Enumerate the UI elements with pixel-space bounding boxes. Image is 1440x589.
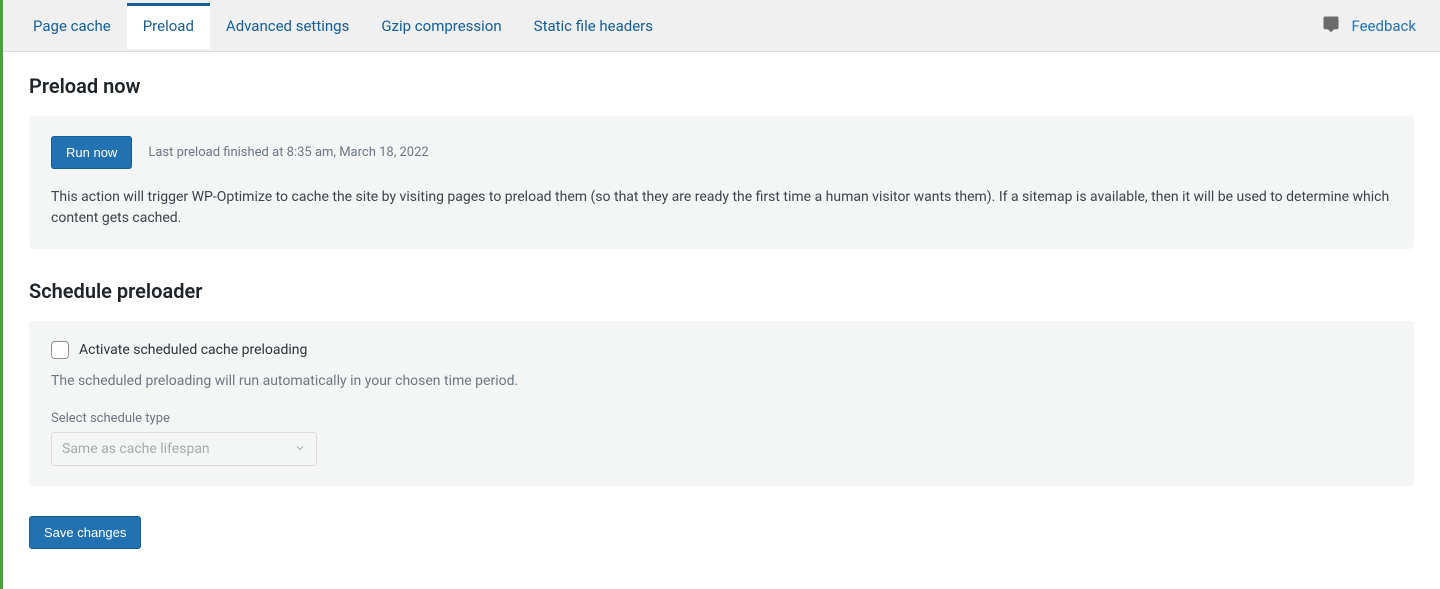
activate-schedule-label[interactable]: Activate scheduled cache preloading (79, 342, 307, 358)
schedule-type-label: Select schedule type (51, 411, 1392, 426)
schedule-heading: Schedule preloader (29, 279, 1414, 303)
tab-bar: Page cache Preload Advanced settings Gzi… (3, 0, 1440, 52)
save-changes-button[interactable]: Save changes (29, 516, 141, 549)
activate-schedule-checkbox[interactable] (51, 341, 69, 359)
chevron-down-icon (294, 442, 306, 457)
tab-preload[interactable]: Preload (127, 3, 210, 49)
tab-static-file-headers[interactable]: Static file headers (518, 3, 669, 49)
preload-status: Last preload finished at 8:35 am, March … (148, 145, 428, 160)
schedule-type-value: Same as cache lifespan (62, 441, 210, 457)
feedback-link[interactable]: Feedback (1321, 15, 1426, 37)
preload-now-heading: Preload now (29, 74, 1414, 98)
schedule-type-select[interactable]: Same as cache lifespan (51, 432, 317, 466)
schedule-panel: Activate scheduled cache preloading The … (29, 321, 1414, 486)
schedule-description: The scheduled preloading will run automa… (51, 373, 1392, 389)
preload-now-panel: Run now Last preload finished at 8:35 am… (29, 116, 1414, 249)
preload-description: This action will trigger WP-Optimize to … (51, 187, 1392, 229)
feedback-label: Feedback (1351, 17, 1416, 35)
content-area: Preload now Run now Last preload finishe… (3, 52, 1440, 589)
tab-advanced-settings[interactable]: Advanced settings (210, 3, 365, 49)
speech-bubble-icon (1321, 15, 1341, 37)
tab-page-cache[interactable]: Page cache (17, 3, 127, 49)
run-now-button[interactable]: Run now (51, 136, 132, 169)
tab-gzip-compression[interactable]: Gzip compression (365, 3, 517, 49)
